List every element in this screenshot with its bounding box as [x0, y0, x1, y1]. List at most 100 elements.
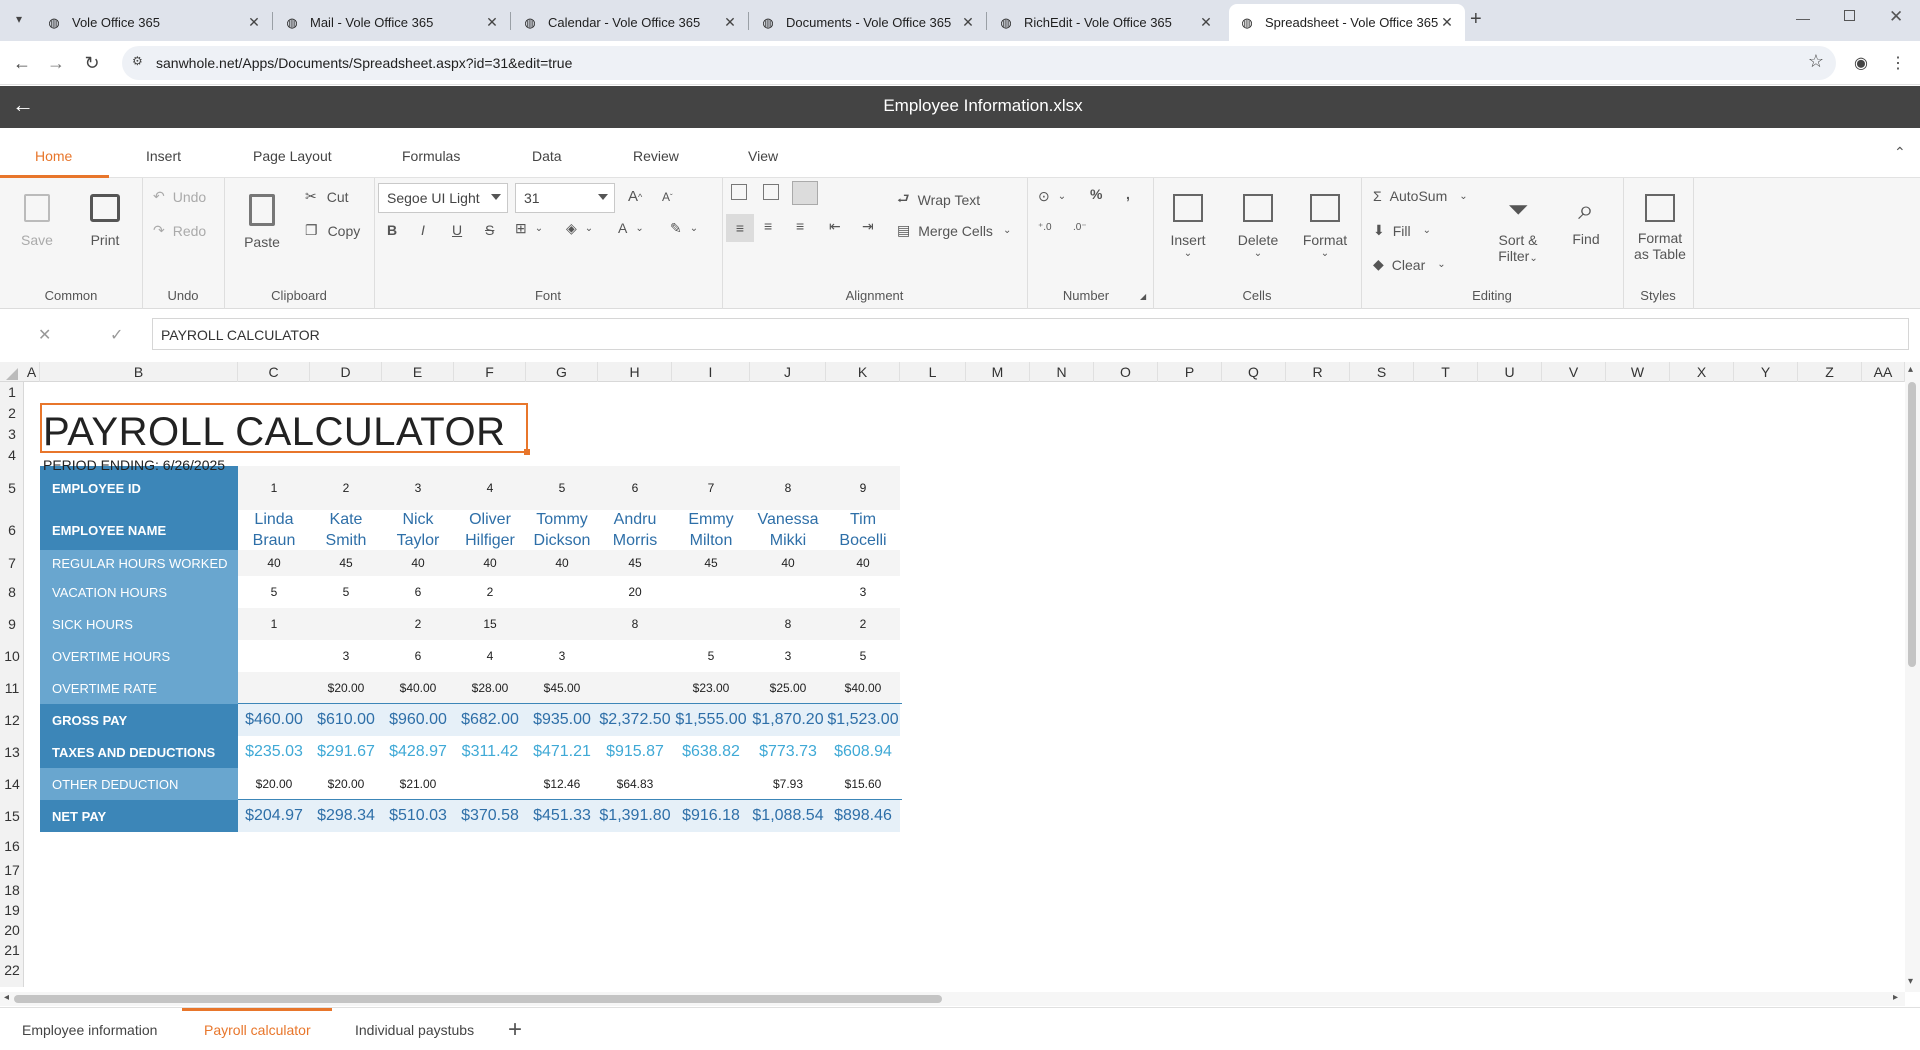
table-cell[interactable]: $45.00	[526, 672, 598, 704]
close-icon[interactable]: ✕	[960, 14, 976, 31]
table-cell[interactable]: $451.33	[526, 800, 598, 832]
row-header[interactable]: 22	[0, 960, 24, 980]
confirm-edit-icon[interactable]: ✓	[110, 325, 123, 345]
column-header[interactable]: S	[1350, 362, 1414, 382]
row-header[interactable]: 21	[0, 940, 24, 960]
handle[interactable]	[524, 449, 530, 455]
table-cell[interactable]: 1	[238, 466, 310, 510]
row-header[interactable]: 9	[0, 608, 24, 640]
table-cell[interactable]: 6	[382, 576, 454, 608]
table-cell[interactable]: $960.00	[382, 704, 454, 736]
table-cell[interactable]: 7	[672, 466, 750, 510]
redo-button[interactable]: ↷ Redo	[153, 222, 206, 239]
column-header[interactable]: H	[598, 362, 672, 382]
table-cell[interactable]: $1,088.54	[750, 800, 826, 832]
column-header[interactable]: L	[900, 362, 966, 382]
table-cell[interactable]: 15	[454, 608, 526, 640]
employee-name-cell[interactable]: Kate Smith	[310, 510, 382, 550]
align-bottom-icon[interactable]	[792, 181, 818, 205]
format-cells-button[interactable]: Format ⌄	[1302, 194, 1348, 259]
table-cell[interactable]: $510.03	[382, 800, 454, 832]
bookmark-star-icon[interactable]: ☆	[1808, 51, 1824, 72]
cancel-edit-icon[interactable]: ✕	[38, 325, 51, 345]
column-header[interactable]: W	[1606, 362, 1670, 382]
decrease-indent-icon[interactable]: ⇤	[829, 218, 841, 235]
table-cell[interactable]: $898.46	[826, 800, 900, 832]
table-cell[interactable]: 4	[454, 640, 526, 672]
row-header[interactable]: 20	[0, 920, 24, 940]
table-cell[interactable]: $370.58	[454, 800, 526, 832]
table-cell[interactable]: 8	[750, 466, 826, 510]
table-cell[interactable]: $40.00	[826, 672, 900, 704]
strikethrough-icon[interactable]: S	[485, 222, 494, 238]
row-header[interactable]: 8	[0, 576, 24, 608]
browser-tab[interactable]: ◍ Calendar - Vole Office 365 ✕	[512, 4, 748, 41]
table-cell[interactable]: $2,372.50	[598, 704, 672, 736]
row-header[interactable]: 3	[0, 424, 24, 444]
underline-icon[interactable]: U	[452, 222, 462, 238]
align-center-icon[interactable]: ≡	[764, 218, 772, 234]
vertical-scroll-thumb[interactable]	[1908, 382, 1916, 667]
table-cell[interactable]: 3	[526, 640, 598, 672]
fill-color-icon[interactable]: ◈ ⌄	[566, 220, 593, 237]
reload-icon[interactable]: ↻	[80, 51, 104, 75]
font-color-icon[interactable]: A ⌄	[618, 220, 644, 236]
format-as-table-button[interactable]: Format as Table	[1628, 194, 1692, 262]
table-cell[interactable]: 2	[454, 576, 526, 608]
table-cell[interactable]	[238, 672, 310, 704]
tab-review[interactable]: Review	[633, 148, 679, 164]
decrease-font-icon[interactable]: Aˇ	[662, 190, 673, 204]
table-cell[interactable]: 5	[526, 466, 598, 510]
table-cell[interactable]: $1,870.20	[750, 704, 826, 736]
row-header[interactable]: 13	[0, 736, 24, 768]
column-header[interactable]: Z	[1798, 362, 1862, 382]
table-cell[interactable]: 40	[750, 550, 826, 576]
tab-page-layout[interactable]: Page Layout	[253, 148, 332, 164]
clear-format-icon[interactable]: ✎ ⌄	[670, 220, 698, 237]
url-field[interactable]: ⚙ sanwhole.net/Apps/Documents/Spreadshee…	[122, 46, 1836, 80]
italic-icon[interactable]: I	[421, 222, 425, 238]
row-header[interactable]: 11	[0, 672, 24, 704]
column-header[interactable]: U	[1478, 362, 1542, 382]
row-header[interactable]: 7	[0, 550, 24, 576]
table-cell[interactable]: $23.00	[672, 672, 750, 704]
comma-format-button[interactable]: ,	[1126, 186, 1130, 202]
row-header[interactable]: 14	[0, 768, 24, 800]
select-all-corner[interactable]	[6, 368, 18, 380]
table-cell[interactable]: 40	[238, 550, 310, 576]
decrease-decimal-icon[interactable]: .0⁻	[1073, 222, 1087, 233]
column-header[interactable]: V	[1542, 362, 1606, 382]
row-header[interactable]: 10	[0, 640, 24, 672]
table-cell[interactable]: 3	[750, 640, 826, 672]
align-left-icon[interactable]: ≡	[726, 214, 754, 242]
merge-cells-button[interactable]: ▤ Merge Cells ⌄	[897, 222, 1011, 239]
table-cell[interactable]: 40	[454, 550, 526, 576]
table-cell[interactable]	[526, 576, 598, 608]
close-icon[interactable]: ✕	[722, 14, 738, 31]
increase-font-icon[interactable]: A ^	[628, 188, 642, 205]
row-header[interactable]: 12	[0, 704, 24, 736]
table-cell[interactable]: 3	[382, 466, 454, 510]
row-header[interactable]: 15	[0, 800, 24, 832]
browser-tab[interactable]: ◍ RichEdit - Vole Office 365 ✕	[988, 4, 1224, 41]
column-header[interactable]: C	[238, 362, 310, 382]
row-header[interactable]: 18	[0, 880, 24, 900]
table-cell[interactable]: 2	[310, 466, 382, 510]
employee-name-cell[interactable]: Oliver Hilfiger	[454, 510, 526, 550]
table-cell[interactable]: 5	[310, 576, 382, 608]
row-header[interactable]: 6	[0, 510, 24, 550]
find-button[interactable]: ⌕ Find	[1566, 194, 1606, 247]
column-header[interactable]: K	[826, 362, 900, 382]
row-header[interactable]: 19	[0, 900, 24, 920]
table-cell[interactable]: 8	[750, 608, 826, 640]
table-cell[interactable]: 2	[826, 608, 900, 640]
table-cell[interactable]: $460.00	[238, 704, 310, 736]
employee-name-cell[interactable]: Tommy Dickson	[526, 510, 598, 550]
column-header[interactable]: D	[310, 362, 382, 382]
row-header[interactable]: 2	[0, 402, 24, 424]
forward-arrow-icon[interactable]: →	[44, 51, 68, 75]
horizontal-scroll-thumb[interactable]	[14, 995, 942, 1003]
table-cell[interactable]: $25.00	[750, 672, 826, 704]
sheet-tab-payroll-calculator[interactable]: Payroll calculator	[204, 1022, 311, 1038]
row-header[interactable]: 16	[0, 832, 24, 860]
